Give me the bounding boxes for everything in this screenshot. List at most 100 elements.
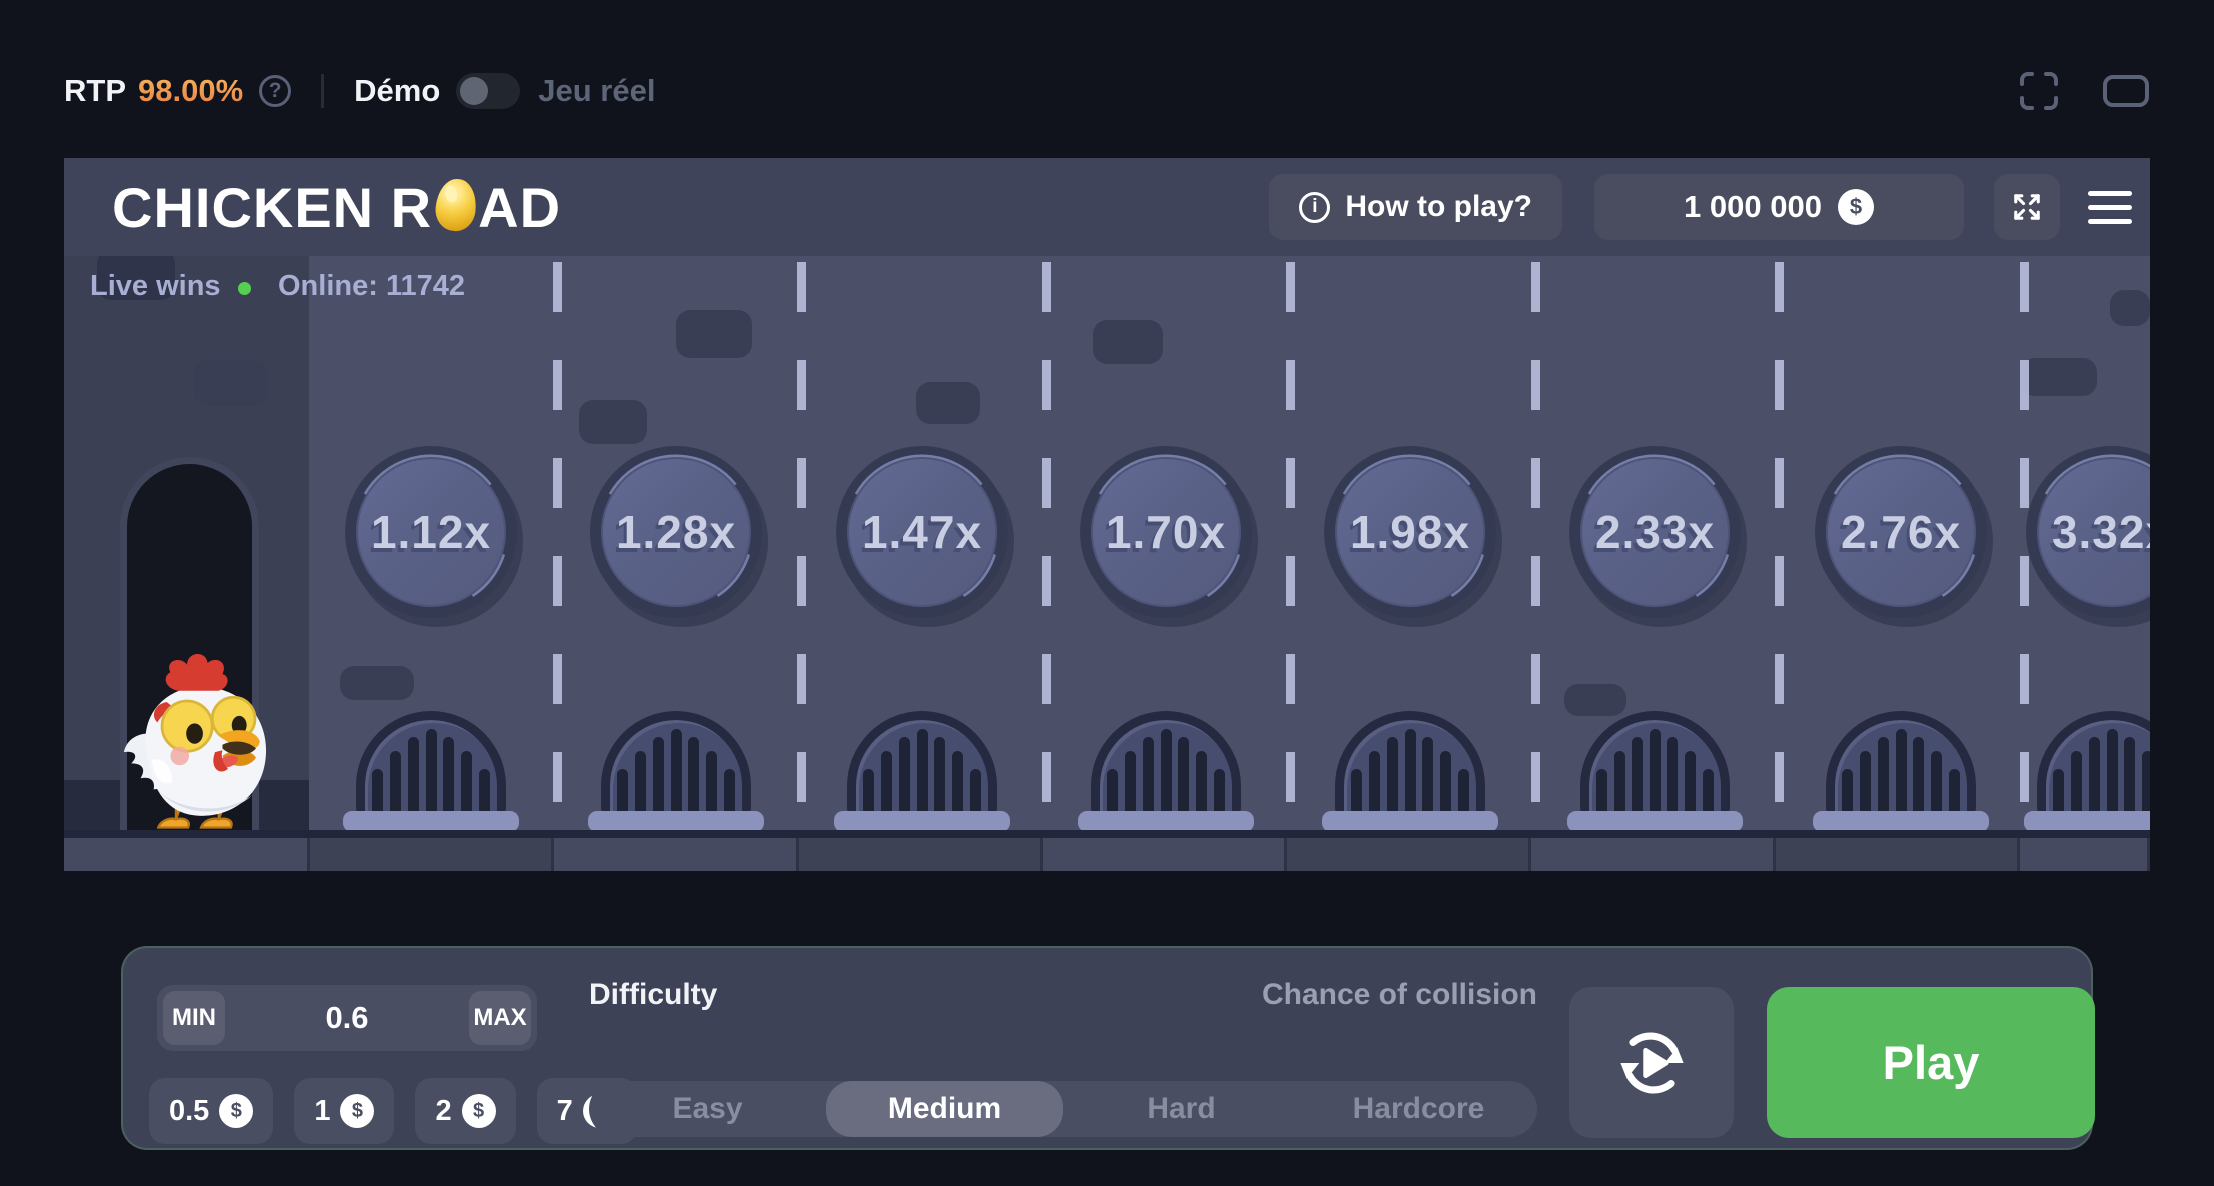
- quick-bet-button[interactable]: 1 $: [294, 1078, 394, 1144]
- dollar-coin-icon: $: [462, 1094, 496, 1128]
- multiplier-milestone: 3.32x: [2026, 446, 2150, 618]
- sewer-grate: [834, 711, 1010, 830]
- logo-text-right: AD: [478, 175, 561, 240]
- online-count-label: Online: 11742: [278, 270, 465, 303]
- game-header: CHICKEN R AD i How to play? 1 000 000 $: [64, 158, 2150, 256]
- multiplier-value: 2.33x: [1569, 446, 1741, 618]
- min-bet-button[interactable]: MIN: [163, 991, 225, 1045]
- logo-text-left: CHICKEN R: [112, 175, 432, 240]
- balance-value: 1 000 000: [1684, 189, 1822, 225]
- chance-of-collision-label: Chance of collision: [1262, 978, 1537, 1012]
- road-patch: [579, 400, 647, 444]
- real-play-label: Jeu réel: [538, 73, 655, 109]
- difficulty-selector: Easy Medium Hard Hardcore: [589, 1081, 1537, 1137]
- top-bar: RTP 98.00% ? Démo Jeu réel: [64, 58, 2150, 124]
- lane-divider: [1286, 262, 1295, 830]
- expand-arrows-icon: [2008, 188, 2046, 226]
- lane-divider: [1042, 262, 1051, 830]
- control-panel: MIN 0.6 MAX 0.5 $ 1 $ 2 $ 7 $ Difficulty: [121, 946, 2093, 1150]
- quick-bet-value: 7: [557, 1095, 573, 1128]
- demo-label: Démo: [354, 73, 440, 109]
- difficulty-option-hard[interactable]: Hard: [1063, 1081, 1300, 1137]
- window-controls: [2018, 70, 2150, 112]
- how-to-play-label: How to play?: [1345, 190, 1532, 224]
- lane-divider: [553, 262, 562, 830]
- sewer-grate: [1813, 711, 1989, 830]
- live-bar: Live wins Online: 11742: [64, 256, 2150, 316]
- online-status-dot: [238, 282, 251, 295]
- sewer-grate: [2024, 711, 2150, 830]
- expand-button[interactable]: [1994, 174, 2060, 240]
- rtp-value: 98.00%: [138, 73, 243, 109]
- auto-play-button[interactable]: [1569, 987, 1734, 1138]
- quick-bet-button[interactable]: 2 $: [415, 1078, 515, 1144]
- live-wins-label: Live wins: [90, 270, 221, 303]
- sewer-grate: [1322, 711, 1498, 830]
- lane-divider: [1531, 262, 1540, 830]
- lane-divider: [1775, 262, 1784, 830]
- page: RTP 98.00% ? Démo Jeu réel CHICKEN R AD: [0, 0, 2214, 1186]
- dollar-coin-icon: $: [219, 1094, 253, 1128]
- road-patch: [340, 666, 414, 700]
- road-patch: [676, 310, 752, 358]
- difficulty-option-easy[interactable]: Easy: [589, 1081, 826, 1137]
- road-patch: [2021, 358, 2097, 396]
- bottom-sidewalk: [64, 838, 2150, 871]
- sewer-grate: [343, 711, 519, 830]
- auto-play-icon: [1614, 1025, 1690, 1101]
- multiplier-value: 1.70x: [1080, 446, 1252, 618]
- multiplier-value: 1.47x: [836, 446, 1008, 618]
- difficulty-label: Difficulty: [589, 978, 717, 1012]
- multiplier-milestone: 1.47x: [836, 446, 1008, 618]
- help-icon[interactable]: ?: [259, 75, 291, 107]
- road-patch: [1093, 320, 1163, 364]
- balance-display: 1 000 000 $: [1594, 174, 1964, 240]
- road-area: 1.12x 1.28x 1.47x 1.70x 1.98x 2.33x: [64, 256, 2150, 830]
- rtp-group: RTP 98.00% ? Démo Jeu réel: [64, 73, 655, 109]
- lane-divider: [797, 262, 806, 830]
- demo-real-toggle[interactable]: [456, 73, 520, 109]
- quick-bet-value: 1: [314, 1095, 330, 1128]
- sewer-grate: [588, 711, 764, 830]
- road-patch: [916, 382, 980, 424]
- dollar-coin-icon: $: [1838, 189, 1874, 225]
- game-container: CHICKEN R AD i How to play? 1 000 000 $: [64, 158, 2150, 871]
- toggle-knob: [460, 77, 488, 105]
- difficulty-option-medium[interactable]: Medium: [826, 1081, 1063, 1137]
- multiplier-milestone: 1.70x: [1080, 446, 1252, 618]
- difficulty-header: Difficulty Chance of collision: [589, 978, 1537, 1012]
- sewer-grate: [1078, 711, 1254, 830]
- menu-button[interactable]: [2088, 174, 2140, 240]
- golden-egg-icon: [434, 177, 479, 233]
- multiplier-value: 1.28x: [590, 446, 762, 618]
- dollar-coin-icon: $: [340, 1094, 374, 1128]
- info-icon: i: [1299, 192, 1330, 223]
- how-to-play-button[interactable]: i How to play?: [1269, 174, 1562, 240]
- divider: [321, 74, 324, 108]
- multiplier-value: 1.98x: [1324, 446, 1496, 618]
- quick-bet-button[interactable]: 0.5 $: [149, 1078, 273, 1144]
- rtp-label: RTP: [64, 73, 126, 109]
- difficulty-option-hardcore[interactable]: Hardcore: [1300, 1081, 1537, 1137]
- multiplier-value: 1.12x: [345, 446, 517, 618]
- max-bet-button[interactable]: MAX: [469, 991, 531, 1045]
- theater-mode-icon[interactable]: [2102, 74, 2150, 108]
- chicken-road-logo: CHICKEN R AD: [112, 175, 561, 240]
- road-patch: [194, 360, 268, 406]
- curb: [64, 830, 2150, 838]
- multiplier-milestone: 1.28x: [590, 446, 762, 618]
- multiplier-value: 2.76x: [1815, 446, 1987, 618]
- play-label: Play: [1883, 1035, 1980, 1090]
- play-button[interactable]: Play: [1767, 987, 2095, 1138]
- multiplier-value: 3.32x: [2026, 446, 2150, 618]
- bet-amount-value[interactable]: 0.6: [225, 1000, 469, 1036]
- bet-amount-box: MIN 0.6 MAX: [157, 985, 537, 1051]
- multiplier-milestone: 1.98x: [1324, 446, 1496, 618]
- multiplier-milestone: 2.33x: [1569, 446, 1741, 618]
- fullscreen-icon[interactable]: [2018, 70, 2060, 112]
- chicken-character: [112, 648, 292, 830]
- multiplier-milestone: 2.76x: [1815, 446, 1987, 618]
- quick-bet-row: 0.5 $ 1 $ 2 $ 7 $: [149, 1078, 637, 1144]
- sewer-grate: [1567, 711, 1743, 830]
- quick-bet-value: 2: [435, 1095, 451, 1128]
